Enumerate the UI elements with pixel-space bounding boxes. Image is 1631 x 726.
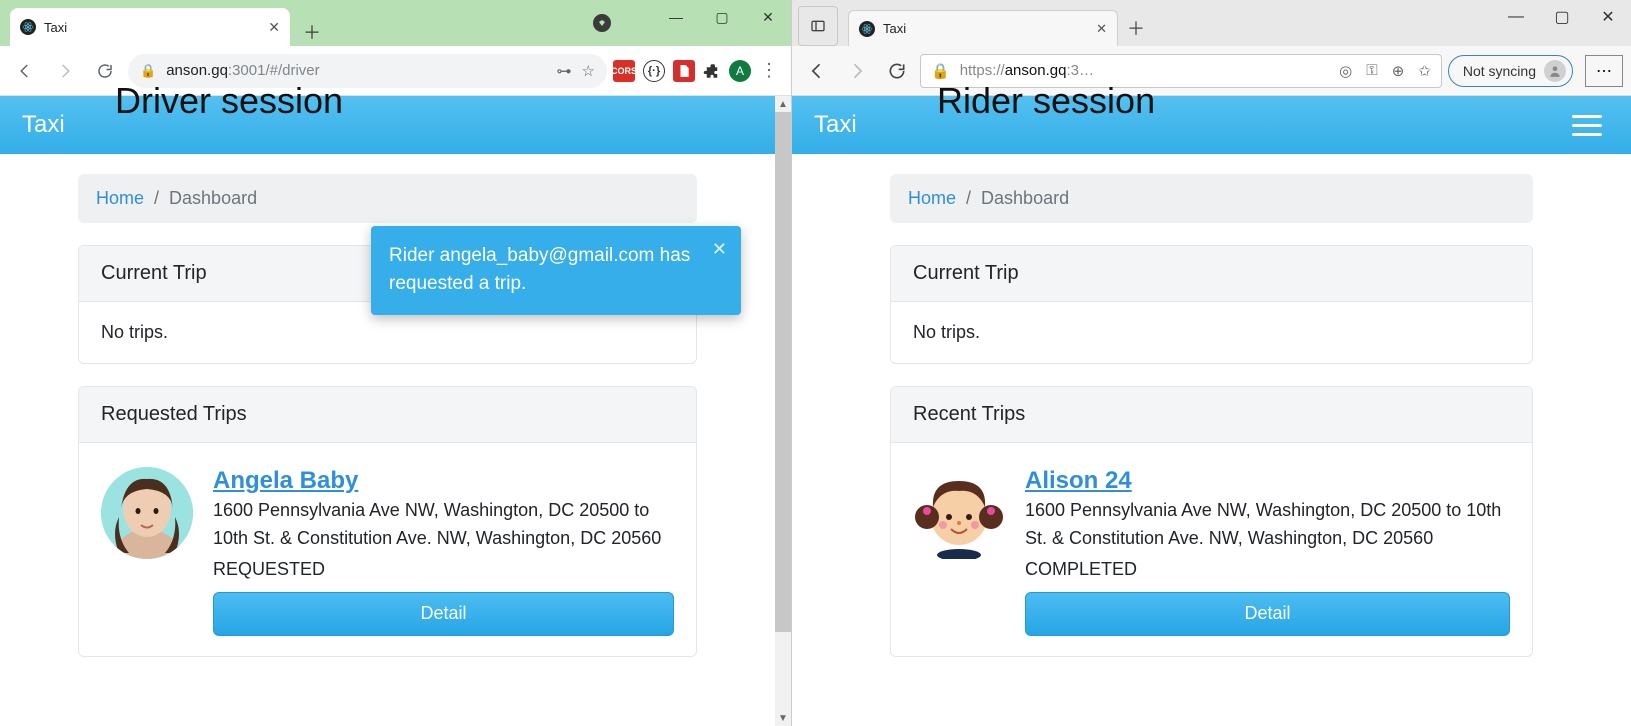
close-icon[interactable]: ✕ <box>1096 21 1107 37</box>
edge-toolbar: 🔒 https://anson.gq:3… ◎ ⚿ ⊕ ✩ Not syncin… <box>792 46 1631 96</box>
trip-name-link[interactable]: Angela Baby <box>213 467 674 495</box>
trip-item: Alison 24 1600 Pennsylvania Ave NW, Wash… <box>913 463 1510 636</box>
trip-address: 1600 Pennsylvania Ave NW, Washington, DC… <box>1025 497 1510 553</box>
card-title: Recent Trips <box>891 387 1532 443</box>
star-icon[interactable]: ☆ <box>582 62 595 80</box>
toast-message: Rider angela_baby@gmail.com has requeste… <box>389 245 690 294</box>
scroll-up-icon[interactable]: ▲ <box>775 96 791 112</box>
trip-address: 1600 Pennsylvania Ave NW, Washington, DC… <box>213 497 674 553</box>
app-brand[interactable]: Taxi <box>22 111 65 139</box>
window-close-button[interactable]: ✕ <box>745 0 791 34</box>
zoom-icon[interactable]: ⊕ <box>1392 62 1405 80</box>
react-icon <box>859 21 875 37</box>
close-icon[interactable]: ✕ <box>268 19 280 36</box>
breadcrumb-separator: / <box>966 188 971 209</box>
lock-icon: 🔒 <box>931 62 950 80</box>
menu-icon[interactable]: ⋮ <box>759 60 779 81</box>
card-title: Current Trip <box>891 246 1532 302</box>
avatar <box>913 467 1005 559</box>
avatar <box>101 467 193 559</box>
edge-tabstrip: Taxi ✕ ＋ — ▢ ✕ <box>792 0 1631 46</box>
profile-avatar <box>1544 60 1566 82</box>
new-tab-button[interactable]: ＋ <box>298 18 326 46</box>
card-body: Angela Baby 1600 Pennsylvania Ave NW, Wa… <box>79 443 696 656</box>
breadcrumb-home[interactable]: Home <box>908 188 956 209</box>
scroll-thumb[interactable] <box>775 112 791 632</box>
hamburger-icon[interactable] <box>1565 103 1609 147</box>
breadcrumb-current: Dashboard <box>169 188 257 209</box>
tab-title: Taxi <box>44 20 67 35</box>
detail-button[interactable]: Detail <box>213 592 674 636</box>
new-tab-button[interactable]: ＋ <box>1118 10 1154 46</box>
empty-text: No trips. <box>101 322 168 342</box>
current-trip-card: Current Trip No trips. <box>890 245 1533 364</box>
shield-icon[interactable] <box>593 14 611 32</box>
window-close-button[interactable]: ✕ <box>1585 0 1631 34</box>
requested-trips-card: Requested Trips <box>78 386 697 657</box>
extensions-icon[interactable] <box>703 62 721 80</box>
tab-actions-button[interactable] <box>798 6 838 46</box>
toast-notification: Rider angela_baby@gmail.com has requeste… <box>371 226 741 315</box>
back-button[interactable] <box>800 54 834 88</box>
extension-circle-icon[interactable]: {·} <box>643 60 665 82</box>
trip-status: REQUESTED <box>213 559 674 580</box>
sync-label: Not syncing <box>1463 63 1536 79</box>
profile-avatar[interactable]: A <box>729 60 751 82</box>
location-icon[interactable]: ◎ <box>1339 62 1352 80</box>
breadcrumb-current: Dashboard <box>981 188 1069 209</box>
trip-name-link[interactable]: Alison 24 <box>1025 467 1510 495</box>
trip-item: Angela Baby 1600 Pennsylvania Ave NW, Wa… <box>101 463 674 636</box>
reload-button[interactable] <box>880 54 914 88</box>
session-label: Driver session <box>115 80 343 122</box>
breadcrumb-home[interactable]: Home <box>96 188 144 209</box>
window-maximize-button[interactable]: ▢ <box>1539 0 1585 34</box>
close-icon[interactable]: ✕ <box>712 236 727 262</box>
sync-status[interactable]: Not syncing <box>1448 55 1573 87</box>
menu-icon[interactable]: ⋯ <box>1585 55 1623 87</box>
browser-tab[interactable]: Taxi ✕ <box>848 10 1118 46</box>
tab-title: Taxi <box>883 21 906 36</box>
breadcrumb: Home / Dashboard <box>890 174 1533 223</box>
forward-button[interactable] <box>840 54 874 88</box>
app-brand[interactable]: Taxi <box>814 111 857 139</box>
window-maximize-button[interactable]: ▢ <box>699 0 745 34</box>
scroll-down-icon[interactable]: ▼ <box>775 710 791 726</box>
lock-icon: 🔒 <box>140 63 156 79</box>
card-body: No trips. <box>891 302 1532 363</box>
recent-trips-card: Recent Trips <box>890 386 1533 657</box>
react-icon <box>20 19 36 35</box>
scrollbar[interactable]: ▲ ▼ <box>775 96 791 726</box>
app-header: Taxi <box>792 96 1631 154</box>
forward-button[interactable] <box>48 54 82 88</box>
detail-button[interactable]: Detail <box>1025 592 1510 636</box>
window-minimize-button[interactable]: — <box>653 0 699 34</box>
browser-tab[interactable]: Taxi ✕ <box>10 8 290 46</box>
url-text: https://anson.gq:3… <box>960 62 1094 79</box>
empty-text: No trips. <box>913 322 980 342</box>
extension-pdf-icon[interactable] <box>673 60 695 82</box>
key-icon[interactable]: ⚿ <box>1366 62 1377 79</box>
back-button[interactable] <box>8 54 42 88</box>
chrome-tabstrip: Taxi ✕ ＋ — ▢ ✕ <box>0 0 791 46</box>
breadcrumb-separator: / <box>154 188 159 209</box>
window-minimize-button[interactable]: — <box>1493 0 1539 34</box>
session-label: Rider session <box>937 80 1155 122</box>
breadcrumb: Home / Dashboard <box>78 174 697 223</box>
favorite-icon[interactable]: ✩ <box>1418 62 1431 80</box>
key-icon[interactable]: ⊶ <box>557 62 572 80</box>
card-title: Requested Trips <box>79 387 696 443</box>
trip-status: COMPLETED <box>1025 559 1510 580</box>
card-body: Alison 24 1600 Pennsylvania Ave NW, Wash… <box>891 443 1532 656</box>
url-text: anson.gq:3001/#/driver <box>166 62 319 79</box>
extension-cors-icon[interactable]: CORS <box>613 60 635 82</box>
